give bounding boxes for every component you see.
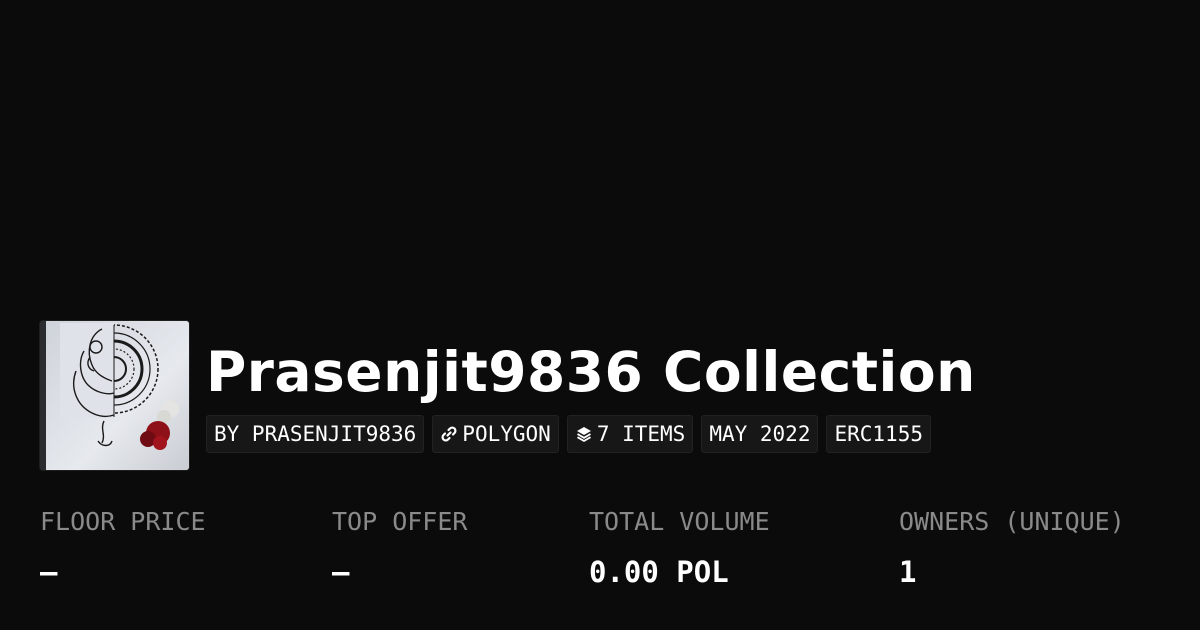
stat-value: 1 xyxy=(899,555,917,589)
collection-preview-card: Prasenjit9836 Collection BY PRASENJIT983… xyxy=(0,0,1200,630)
chain-badge[interactable]: POLYGON xyxy=(432,415,559,453)
collection-artwork-image xyxy=(40,321,189,470)
token-standard-badge-label: ERC1155 xyxy=(834,422,923,446)
created-date-badge-label: MAY 2022 xyxy=(709,422,811,446)
collection-title: Prasenjit9836 Collection xyxy=(206,340,976,404)
stat-label: TOTAL VOLUME xyxy=(589,507,770,536)
stat-value: 0.00 POL xyxy=(589,555,729,589)
created-date-badge: MAY 2022 xyxy=(701,415,819,453)
collection-avatar xyxy=(40,321,189,470)
stat-value: – xyxy=(332,555,350,589)
item-count-badge[interactable]: 7 ITEMS xyxy=(566,415,694,453)
stat-value: – xyxy=(40,555,58,589)
stat-total-volume: TOTAL VOLUME 0.00 POL xyxy=(589,504,770,590)
layers-icon xyxy=(576,427,591,442)
stat-owners: OWNERS (UNIQUE) 1 xyxy=(899,504,1125,590)
link-icon xyxy=(441,426,457,442)
creator-badge[interactable]: BY PRASENJIT9836 xyxy=(206,415,425,453)
chain-badge-label: POLYGON xyxy=(462,422,551,446)
stat-top-offer: TOP OFFER – xyxy=(332,504,467,590)
stat-label: FLOOR PRICE xyxy=(40,507,206,536)
stat-label: TOP OFFER xyxy=(332,507,468,536)
creator-badge-label: BY PRASENJIT9836 xyxy=(214,422,417,446)
stat-floor-price: FLOOR PRICE – xyxy=(40,504,206,590)
collection-badges: BY PRASENJIT9836 POLYGON 7 ITEMS MAY 202… xyxy=(206,415,931,453)
token-standard-badge: ERC1155 xyxy=(826,415,931,453)
item-count-badge-label: 7 ITEMS xyxy=(596,422,686,446)
stat-label: OWNERS (UNIQUE) xyxy=(899,507,1125,536)
